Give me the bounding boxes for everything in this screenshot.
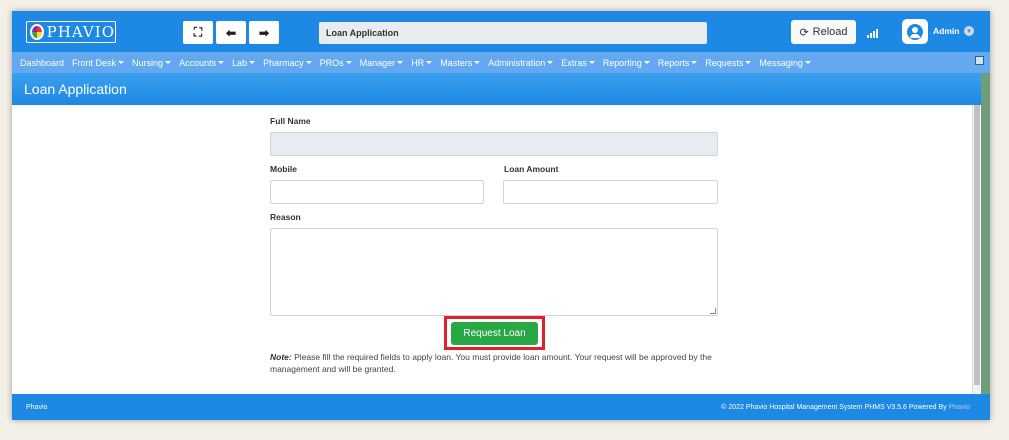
menu-item-manager[interactable]: Manager (360, 58, 404, 68)
menu-item-label: Front Desk (72, 57, 117, 68)
caret-down-icon (218, 61, 225, 64)
arrow-left-icon: ⬅ (225, 25, 237, 40)
app-window: PHAVIO ⛶ ⬅ ➡ Loan Application ⟳ Reload A… (12, 11, 990, 420)
menu-item-reports[interactable]: Reports (658, 58, 698, 68)
reason-label: Reason (270, 212, 301, 222)
page-title-display: Loan Application (319, 22, 707, 44)
caret-down-icon (426, 61, 433, 64)
full-name-field[interactable] (270, 132, 718, 156)
menu-item-label: Extras (561, 57, 587, 68)
caret-down-icon (165, 61, 172, 64)
menu-item-label: Accounts (179, 57, 217, 68)
caret-down-icon (547, 61, 554, 64)
caret-down-icon (474, 61, 481, 64)
note-prefix: Note: (270, 352, 292, 362)
footer-brand-link[interactable]: Phavio (949, 404, 970, 411)
caret-down-icon (345, 61, 352, 64)
menu-item-administration[interactable]: Administration (488, 57, 554, 68)
reload-button[interactable]: ⟳ Reload (791, 20, 856, 44)
menu-item-label: Manager (359, 57, 396, 68)
caret-down-icon (249, 61, 256, 64)
section-title: Loan Application (24, 81, 127, 97)
menu-item-masters[interactable]: Masters (440, 57, 481, 68)
form-note: Note: Please fill the required fields to… (270, 351, 720, 375)
caret-down-icon (643, 61, 650, 64)
caret-down-icon (745, 61, 752, 64)
main-menu: Dashboard Front Desk Nursing Accounts Lab Pha… (12, 52, 990, 73)
admin-label[interactable]: Admin (933, 26, 959, 36)
menu-item-accounts[interactable]: Accounts (179, 57, 225, 68)
menu-item-label: PROs (319, 57, 344, 68)
request-loan-button[interactable]: Request Loan (451, 322, 538, 345)
caret-down-icon (305, 61, 312, 64)
caret-down-icon (804, 61, 811, 64)
chevron-down-icon[interactable]: ▾ (964, 26, 974, 36)
mobile-label: Mobile (270, 164, 297, 174)
menu-item-front-desk[interactable]: Front Desk (72, 57, 125, 68)
menu-item-pharmacy[interactable]: Pharmacy (263, 58, 312, 68)
forward-button[interactable]: ➡ (249, 21, 279, 44)
menu-item-hr[interactable]: HR (411, 57, 433, 68)
reload-label: Reload (812, 26, 848, 38)
expand-icon: ⛶ (193, 25, 203, 39)
menu-item-extras[interactable]: Extras (561, 58, 595, 68)
menu-item-label: HR (411, 57, 425, 68)
menu-item-pros[interactable]: PROs (320, 58, 352, 68)
menu-item-label: Pharmacy (263, 57, 304, 68)
logo-text: PHAVIO (46, 23, 115, 41)
menu-item-label: Administration (488, 57, 546, 68)
footer-copyright: © 2022 Phavio Hospital Management System… (721, 404, 970, 411)
footer: Phavio © 2022 Phavio Hospital Management… (12, 394, 990, 420)
menu-item-dashboard[interactable]: Dashboard (20, 58, 64, 68)
note-text: Please fill the required fields to apply… (270, 352, 712, 374)
caret-down-icon (691, 61, 698, 64)
scrollbar[interactable] (972, 105, 980, 394)
logo[interactable]: PHAVIO (26, 21, 116, 43)
menu-item-requests[interactable]: Requests (705, 57, 752, 68)
scrollbar-thumb[interactable] (974, 105, 980, 385)
menu-item-messaging[interactable]: Messaging (759, 58, 811, 68)
loan-amount-field[interactable] (503, 180, 718, 204)
loan-amount-label: Loan Amount (504, 164, 559, 174)
resize-grip-icon[interactable] (710, 308, 716, 314)
mobile-field[interactable] (270, 180, 484, 204)
logo-mark-icon (30, 24, 44, 40)
menu-item-label: Masters (440, 57, 473, 68)
reason-field[interactable] (270, 228, 718, 316)
full-name-label: Full Name (270, 116, 311, 126)
arrow-right-icon: ➡ (258, 25, 270, 40)
collapse-icon[interactable] (975, 56, 984, 65)
menu-item-label: Dashboard (20, 57, 65, 68)
menu-item-label: Nursing (132, 57, 164, 68)
caret-down-icon (588, 61, 595, 64)
menu-item-label: Reports (657, 57, 690, 68)
fullscreen-button[interactable]: ⛶ (183, 21, 213, 44)
side-strip (981, 73, 990, 394)
menu-item-label: Reporting (602, 57, 642, 68)
refresh-icon: ⟳ (799, 26, 809, 39)
section-title-bar: Loan Application (12, 73, 990, 105)
menu-item-nursing[interactable]: Nursing (132, 57, 172, 68)
user-icon[interactable] (902, 19, 928, 44)
menu-item-lab[interactable]: Lab (232, 57, 256, 68)
top-header: PHAVIO ⛶ ⬅ ➡ Loan Application ⟳ Reload A… (12, 11, 990, 52)
menu-item-label: Requests (705, 57, 744, 68)
caret-down-icon (397, 61, 404, 64)
caret-down-icon (118, 61, 125, 64)
menu-item-label: Messaging (759, 57, 803, 68)
signal-icon (867, 28, 879, 38)
menu-item-reporting[interactable]: Reporting (603, 58, 650, 68)
menu-item-label: Lab (232, 57, 248, 68)
back-button[interactable]: ⬅ (216, 21, 246, 44)
footer-left: Phavio (26, 403, 48, 411)
footer-right-text: © 2022 Phavio Hospital Management System… (721, 403, 947, 411)
